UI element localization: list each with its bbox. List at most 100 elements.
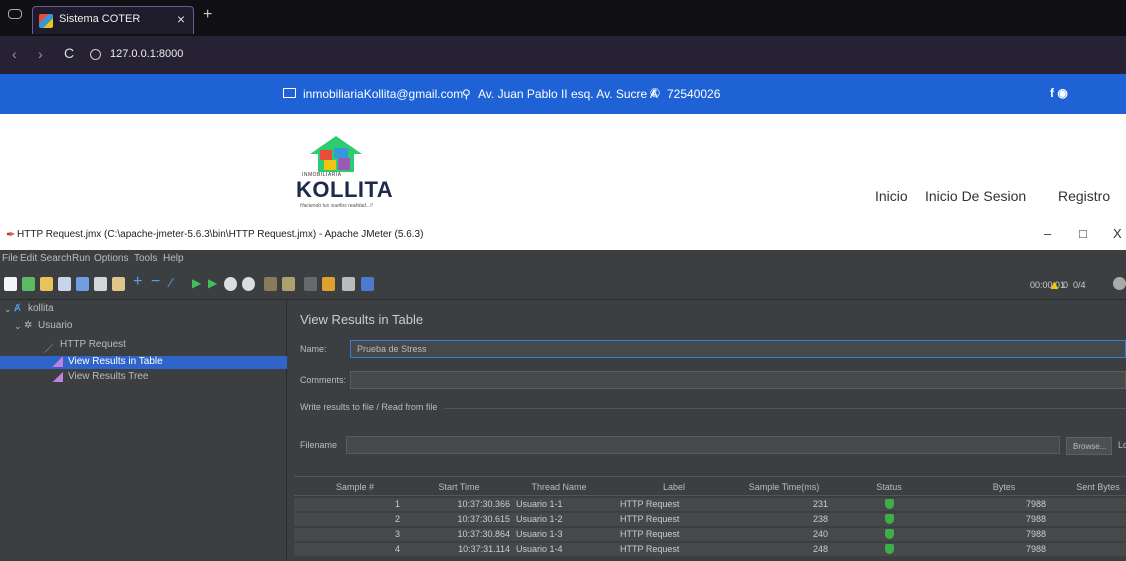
collapse-icon[interactable]: − [151,273,164,290]
file-settings-legend: Write results to file / Read from file [300,402,438,412]
tab-close-icon[interactable]: × [177,11,185,27]
cell-start: 10:37:31.114 [458,544,510,554]
name-input[interactable]: Prueba de Stress [350,340,1126,358]
gear-icon: ✲ [24,320,33,331]
gamepad-icon[interactable] [8,9,22,19]
save-icon[interactable] [58,277,71,291]
status-gear-icon[interactable] [1113,277,1126,290]
minimize-button[interactable]: – [1044,226,1051,241]
new-icon[interactable] [4,277,17,291]
thread-count: 0/4 [1073,280,1086,290]
cell-sample: 2 [394,514,400,524]
help-icon[interactable] [361,277,374,291]
search-icon[interactable] [304,277,317,291]
table-row[interactable]: 2 10:37:30.615 Usuario 1-2 HTTP Request 238 7… [294,513,1126,526]
start-no-pause-icon[interactable]: ▶ [208,276,221,290]
reload-button[interactable]: C [64,45,74,61]
mail-icon [283,88,296,98]
nav-inicio[interactable]: Inicio [875,188,908,204]
address-bar-row: ‹ › C 127.0.0.1:8000 [0,36,1126,74]
success-shield-icon [885,529,894,539]
pen-icon: ／ [44,344,54,355]
close-button[interactable]: X [1113,226,1122,241]
col-label[interactable]: Label [634,482,714,492]
log-label: Lo [1118,440,1126,450]
new-tab-button[interactable]: + [203,6,212,24]
clear-all-icon[interactable] [282,277,295,291]
panel-title: View Results in Table [300,312,424,327]
col-status[interactable]: Status [849,482,929,492]
phone-icon: ✆ [650,86,661,100]
cell-sample: 1 [394,499,400,509]
col-sample[interactable]: Sample # [320,482,390,492]
col-bytes[interactable]: Bytes [974,482,1034,492]
menu-run[interactable]: Run [72,253,90,264]
open-icon[interactable] [40,277,53,291]
logo-brand: KOLLITA [296,177,394,202]
success-shield-icon [885,514,894,524]
tree-label: Usuario [38,320,73,331]
cell-bytes: 7988 [1025,544,1046,554]
start-icon[interactable]: ▶ [192,276,205,290]
clear-icon[interactable] [264,277,277,291]
menu-file[interactable]: File [2,253,18,264]
back-button[interactable]: ‹ [12,46,17,62]
templates-icon[interactable] [22,277,35,291]
filename-label: Filename [300,440,338,450]
group-divider [444,408,1126,409]
window-title: HTTP Request.jmx (C:\apache-jmeter-5.6.3… [17,229,424,240]
cell-time: 240 [812,529,828,539]
warn-number: 0 [1063,280,1069,290]
cell-time: 248 [812,544,828,554]
jmeter-title-bar: ✒ HTTP Request.jmx (C:\apache-jmeter-5.6… [0,220,1126,250]
success-shield-icon [885,544,894,554]
table-row[interactable]: 1 10:37:30.366 Usuario 1-1 HTTP Request 231 7… [294,498,1126,511]
copy-icon[interactable] [94,277,107,291]
menu-search[interactable]: Search [40,253,72,264]
results-table-panel: View Results in Table Name: Prueba de St… [288,300,1126,561]
paste-icon[interactable] [112,277,125,291]
menu-edit[interactable]: Edit [20,253,37,264]
browse-button[interactable]: Browse... [1066,437,1112,455]
col-sent-bytes[interactable]: Sent Bytes [1070,482,1126,492]
jmeter-window: ✒ HTTP Request.jmx (C:\apache-jmeter-5.6… [0,220,1126,561]
warning-icon[interactable]: ▲ [1048,277,1061,292]
cut-icon[interactable] [76,277,89,291]
function-helper-icon[interactable] [342,277,355,291]
cell-start: 10:37:30.864 [457,529,510,539]
tree-label: HTTP Request [60,339,126,350]
kollita-logo[interactable]: INMOBILIARIA KOLLITA Haciendo tus sueños… [296,136,393,216]
table-row[interactable]: 3 10:37:30.864 Usuario 1-3 HTTP Request 240 7… [294,528,1126,541]
filename-input[interactable] [346,436,1060,454]
col-thread-name[interactable]: Thread Name [514,482,604,492]
menu-tools[interactable]: Tools [134,253,157,264]
table-row[interactable]: 4 10:37:31.114 Usuario 1-4 HTTP Request 248 7… [294,543,1126,556]
stop-icon[interactable] [224,277,237,291]
shutdown-icon[interactable] [242,277,255,291]
nav-inicio-sesion[interactable]: Inicio De Sesion [925,188,1026,204]
menu-options[interactable]: Options [94,253,128,264]
logo-slogan: Haciendo tus sueños realidad...!! [300,203,373,209]
nav-registro[interactable]: Registro [1058,188,1110,204]
site-info-icon[interactable] [90,49,101,60]
col-sample-time[interactable]: Sample Time(ms) [734,482,834,492]
jmeter-feather-icon: ✒ [6,229,16,241]
comments-label: Comments: [300,375,347,385]
reset-search-icon[interactable] [322,277,335,291]
menu-help[interactable]: Help [163,253,184,264]
maximize-button[interactable]: □ [1079,226,1087,241]
social-icons[interactable]: f ◉ [1050,86,1068,100]
browser-tab[interactable]: Sistema COTER × [32,6,194,34]
expand-icon[interactable]: + [133,273,146,290]
col-start-time[interactable]: Start Time [414,482,504,492]
cell-time: 238 [812,514,828,524]
cell-time: 231 [812,499,828,509]
url-field[interactable]: 127.0.0.1:8000 [110,48,183,60]
comments-input[interactable] [350,371,1126,389]
forward-button[interactable]: › [38,46,43,62]
jmeter-menu-bar: File Edit Search Run Options Tools Help [0,250,1126,268]
contact-email[interactable]: inmobiliariaKollita@gmail.com [303,87,463,101]
cell-label: HTTP Request [620,514,680,524]
toggle-icon[interactable]: ⁄ [170,275,183,290]
tree-label: View Results Tree [68,371,149,382]
